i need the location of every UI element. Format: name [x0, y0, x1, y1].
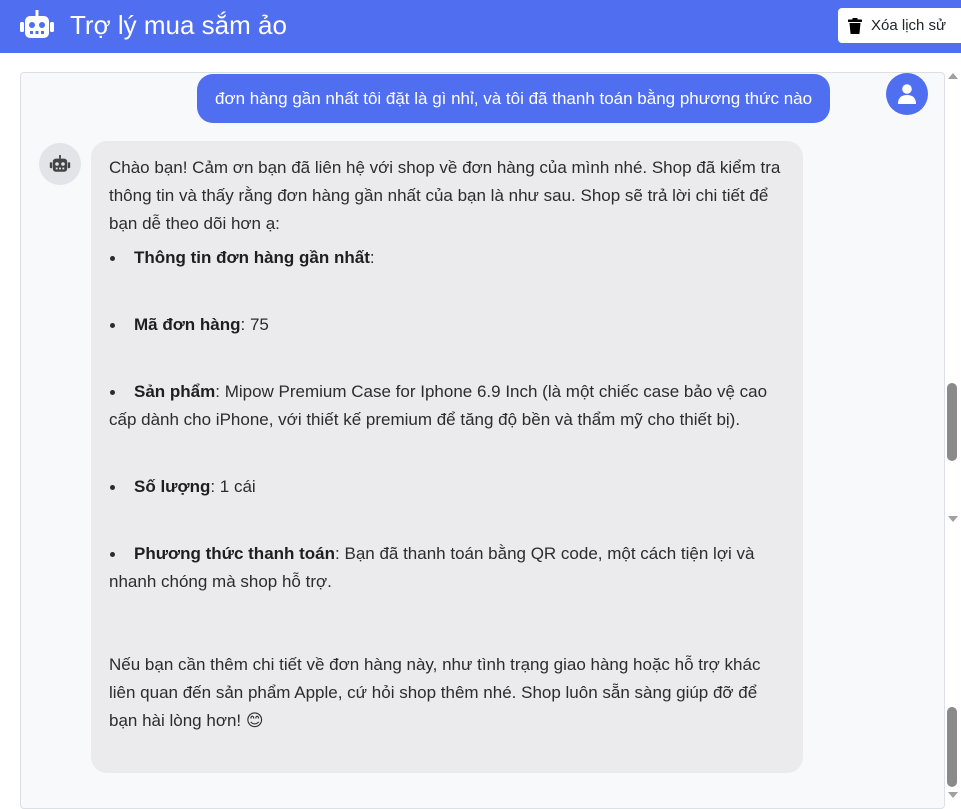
list-item: Thông tin đơn hàng gần nhất: — [109, 244, 785, 272]
list-item-label: Sản phẩm — [134, 382, 216, 401]
list-item: Số lượng: 1 cái — [109, 473, 785, 501]
bot-avatar — [39, 143, 81, 185]
robot-icon — [49, 155, 71, 172]
robot-icon — [20, 10, 54, 38]
clear-history-button[interactable]: Xóa lịch sử — [838, 8, 961, 43]
user-message-text: đơn hàng gần nhất tôi đặt là gì nhỉ, và … — [215, 88, 813, 108]
list-item-value: : — [369, 248, 375, 267]
chat-scroll-down-arrow[interactable] — [948, 792, 958, 798]
list-item-label: Số lượng — [134, 477, 211, 496]
list-item: Phương thức thanh toán: Bạn đã thanh toá… — [109, 540, 785, 596]
chat-scrollbar-thumb[interactable] — [947, 707, 957, 787]
list-item-value: : 75 — [240, 315, 269, 334]
list-item: Sản phẩm: Mipow Premium Case for Iphone … — [109, 378, 785, 434]
bot-message: Chào bạn! Cảm ơn bạn đã liên hệ với shop… — [91, 141, 803, 773]
user-icon — [898, 84, 916, 104]
bot-intro: Chào bạn! Cảm ơn bạn đã liên hệ với shop… — [109, 158, 781, 233]
list-item-value: : 1 cái — [210, 477, 256, 496]
trash-icon — [848, 17, 862, 34]
app-header: Trợ lý mua sắm ảo Xóa lịch sử — [0, 0, 961, 53]
page-title: Trợ lý mua sắm ảo — [70, 10, 287, 40]
list-item-label: Phương thức thanh toán — [134, 544, 336, 563]
user-message: đơn hàng gần nhất tôi đặt là gì nhỉ, và … — [197, 74, 831, 123]
list-item-label: Mã đơn hàng — [134, 315, 241, 334]
bot-closing: Nếu bạn cần thêm chi tiết về đơn hàng nà… — [109, 655, 761, 730]
user-avatar — [886, 73, 928, 115]
scrollbar-thumb[interactable] — [947, 383, 957, 461]
list-item-label: Thông tin đơn hàng gần nhất — [134, 248, 370, 267]
scroll-down-arrow[interactable] — [948, 516, 958, 522]
clear-history-label: Xóa lịch sử — [871, 17, 947, 34]
list-item: Mã đơn hàng: 75 — [109, 311, 785, 339]
chat-area[interactable]: đơn hàng gần nhất tôi đặt là gì nhỉ, và … — [20, 72, 945, 809]
scroll-up-arrow[interactable] — [948, 73, 958, 79]
